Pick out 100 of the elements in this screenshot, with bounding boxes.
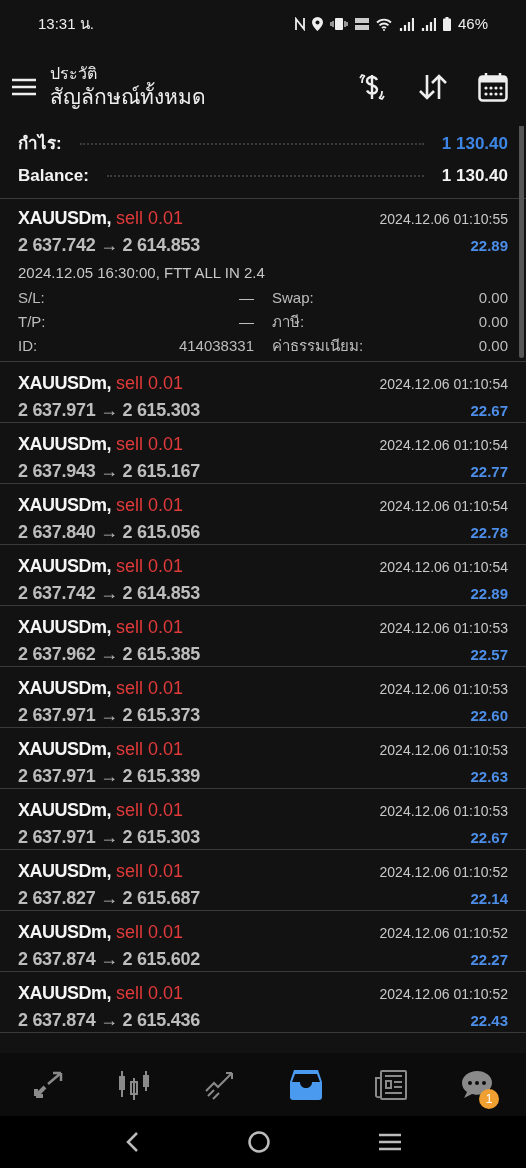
symbol: XAUUSDm,	[18, 981, 111, 1005]
trade-time: 2024.12.06 01:10:52	[379, 984, 508, 1004]
symbol: XAUUSDm,	[18, 207, 111, 230]
sort-icon[interactable]	[418, 74, 448, 100]
detail-label: ภาษี:	[272, 312, 305, 333]
profit-value: 22.60	[470, 705, 508, 726]
newspaper-icon	[375, 1069, 408, 1100]
symbol: XAUUSDm,	[18, 676, 111, 700]
nfc-icon	[294, 17, 305, 31]
trade-time: 2024.12.06 01:10:54	[379, 374, 508, 394]
profit-value: 22.67	[470, 827, 508, 848]
trade-time: 2024.12.06 01:10:55	[379, 210, 508, 229]
price-range: 2 637.874 → 2 615.436	[18, 1008, 200, 1032]
symbol: XAUUSDm,	[18, 798, 111, 822]
price-range: 2 637.943 → 2 615.167	[18, 459, 200, 483]
profit-value: 22.78	[470, 522, 508, 543]
back-icon[interactable]	[124, 1131, 139, 1153]
detail-label: ID:	[18, 336, 38, 357]
symbol: XAUUSDm,	[18, 615, 111, 639]
trade-row[interactable]: XAUUSDm, sell 0.01 2024.12.06 01:10:53 2 637.971 → 2 615.339 22.63	[0, 727, 526, 789]
price-range: 2 637.971 → 2 615.373	[18, 703, 200, 727]
trade-row[interactable]: XAUUSDm, sell 0.01 2024.12.06 01:10:54 2 637.971 → 2 615.303 22.67	[0, 361, 526, 423]
profit-value: 22.67	[470, 400, 508, 421]
trade-side: sell 0.01	[116, 432, 184, 456]
trade-side: sell 0.01	[116, 554, 184, 578]
trade-time: 2024.12.06 01:10:52	[379, 862, 508, 882]
screen-subtitle: ประวัติ	[50, 63, 98, 82]
trade-time: 2024.12.06 01:10:54	[379, 557, 508, 577]
price-range: 2 637.840 → 2 615.056	[18, 520, 200, 544]
profit-value: 22.14	[470, 888, 508, 909]
trade-row[interactable]: XAUUSDm, sell 0.01 2024.12.06 01:10:52 2 637.827 → 2 615.687 22.14	[0, 849, 526, 911]
symbol: XAUUSDm,	[18, 432, 111, 456]
trade-side: sell 0.01	[116, 207, 184, 230]
trade-side: sell 0.01	[116, 920, 184, 944]
trade-row[interactable]: XAUUSDm, sell 0.01 2024.12.06 01:10:52 2 637.874 → 2 615.436 22.43	[0, 971, 526, 1033]
trade-time: 2024.12.06 01:10:53	[379, 801, 508, 821]
trade-comment: 2024.12.05 16:30:00, FTT ALL IN 2.4	[18, 263, 266, 283]
summary-value: 1 130.40	[441, 133, 508, 156]
trade-side: sell 0.01	[116, 615, 184, 639]
wifi-icon	[375, 17, 392, 31]
price-range: 2 637.827 → 2 615.687	[18, 886, 200, 910]
symbol: XAUUSDm,	[18, 737, 111, 761]
trade-time: 2024.12.06 01:10:53	[379, 679, 508, 699]
price-range: 2 637.742 → 2 614.853	[18, 234, 200, 257]
inbox-icon	[289, 1069, 322, 1100]
recent-apps-icon[interactable]	[379, 1133, 402, 1151]
detail-label: ค่าธรรมเนียม:	[272, 336, 364, 357]
trade-row[interactable]: XAUUSDm, sell 0.01 2024.12.06 01:10:54 2 637.840 → 2 615.056 22.78	[0, 483, 526, 545]
trade-side: sell 0.01	[116, 676, 184, 700]
symbol: XAUUSDm,	[18, 859, 111, 883]
trade-time: 2024.12.06 01:10:54	[379, 496, 508, 516]
currency-exchange-icon[interactable]	[356, 72, 388, 102]
calendar-icon[interactable]	[478, 72, 508, 102]
trade-row[interactable]: XAUUSDm, sell 0.01 2024.12.06 01:10:53 2 637.971 → 2 615.373 22.60	[0, 666, 526, 728]
home-icon[interactable]	[248, 1131, 270, 1153]
menu-icon[interactable]	[12, 78, 36, 96]
profit-value: 22.43	[470, 1010, 508, 1031]
summary-value: 1 130.40	[441, 165, 508, 188]
summary-label: Balance:	[18, 165, 89, 188]
profit-value: 22.63	[470, 766, 508, 787]
trade-row[interactable]: XAUUSDm, sell 0.01 2024.12.06 01:10:52 2 637.874 → 2 615.602 22.27	[0, 910, 526, 972]
symbol: XAUUSDm,	[18, 493, 111, 517]
trade-side: sell 0.01	[116, 981, 184, 1005]
detail-label: Swap:	[272, 288, 314, 309]
detail-label: S/L:	[18, 288, 45, 309]
profit-value: 22.89	[470, 236, 508, 256]
trade-side: sell 0.01	[116, 798, 184, 822]
battery-icon	[442, 17, 451, 31]
detail-value: —	[239, 312, 254, 333]
trade-row[interactable]: XAUUSDm, sell 0.01 2024.12.06 01:10:54 2 637.943 → 2 615.167 22.77	[0, 422, 526, 484]
price-range: 2 637.971 → 2 615.339	[18, 764, 200, 788]
clock: 13:31 น.	[38, 13, 94, 34]
price-range: 2 637.962 → 2 615.385	[18, 642, 200, 666]
signal-icon	[398, 17, 414, 31]
screen-title: สัญลักษณ์ทั้งหมด	[50, 83, 207, 111]
price-range: 2 637.742 → 2 614.853	[18, 581, 200, 605]
battery-level: 46%	[457, 13, 488, 34]
trade-side: sell 0.01	[116, 859, 184, 883]
trade-row[interactable]: XAUUSDm, sell 0.01 2024.12.06 01:10:53 2 637.971 → 2 615.303 22.67	[0, 788, 526, 850]
detail-value: 0.00	[478, 312, 508, 333]
trade-row[interactable]: XAUUSDm, sell 0.01 2024.12.06 01:10:54 2 637.742 → 2 614.853 22.89	[0, 544, 526, 606]
symbol: XAUUSDm,	[18, 554, 111, 578]
signal-icon	[420, 17, 436, 31]
price-range: 2 637.971 → 2 615.303	[18, 398, 200, 422]
candlestick-icon	[117, 1068, 152, 1101]
profit-value: 22.57	[470, 644, 508, 665]
symbol: XAUUSDm,	[18, 371, 111, 395]
price-range: 2 637.874 → 2 615.602	[18, 947, 200, 971]
detail-value: —	[239, 288, 254, 309]
profit-value: 22.89	[470, 583, 508, 604]
price-range: 2 637.971 → 2 615.303	[18, 825, 200, 849]
profit-value: 22.27	[470, 949, 508, 970]
symbol: XAUUSDm,	[18, 920, 111, 944]
detail-value: 0.00	[478, 336, 508, 357]
trade-time: 2024.12.06 01:10:54	[379, 435, 508, 455]
trade-row[interactable]: XAUUSDm, sell 0.01 2024.12.06 01:10:53 2 637.962 → 2 615.385 22.57	[0, 605, 526, 667]
notification-badge: 1	[479, 1088, 500, 1109]
trade-time: 2024.12.06 01:10:52	[379, 923, 508, 943]
trade-side: sell 0.01	[116, 737, 184, 761]
vibrate-icon	[329, 18, 348, 30]
